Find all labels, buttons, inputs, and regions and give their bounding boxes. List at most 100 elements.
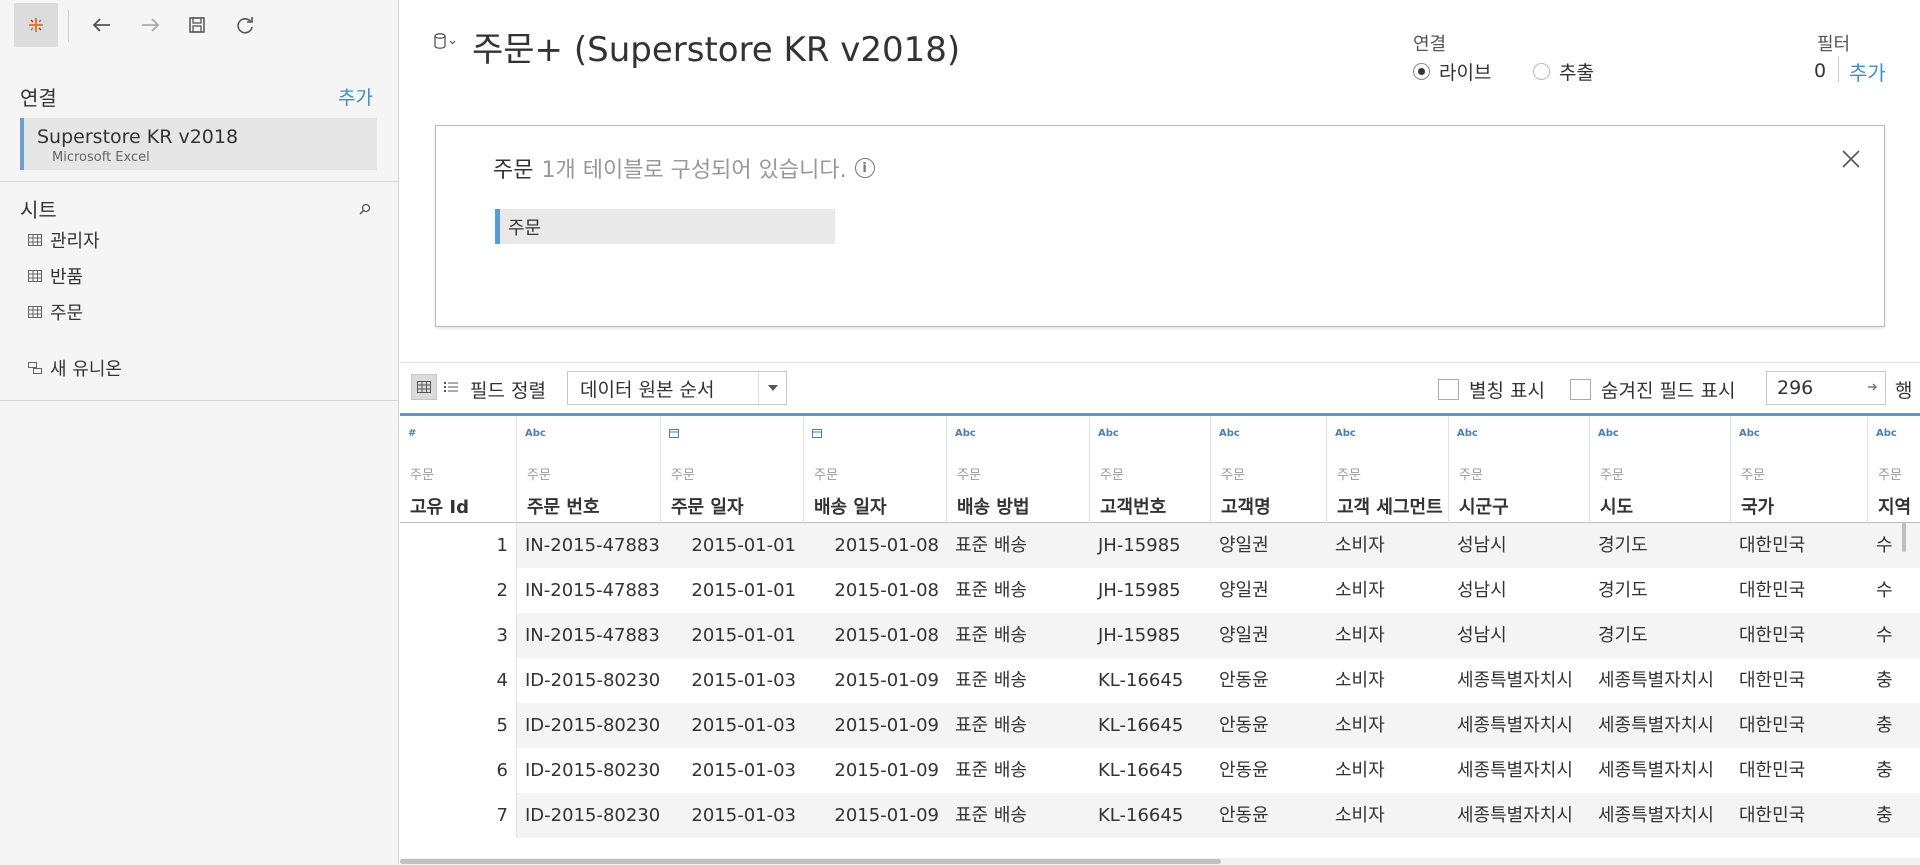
table-pill-orders[interactable]: 주문 — [495, 209, 835, 244]
string-type-icon[interactable]: Abc — [1219, 428, 1240, 439]
table-cell: 경기도 — [1598, 535, 1648, 556]
date-type-icon[interactable] — [812, 428, 822, 441]
table-cell: 세종특별자치시 — [1598, 760, 1714, 781]
info-icon[interactable]: i — [854, 158, 875, 178]
list-view-icon[interactable] — [438, 374, 464, 400]
column-name[interactable]: 고유 Id — [410, 493, 469, 519]
string-type-icon[interactable]: Abc — [525, 428, 546, 439]
column-header[interactable]: # 주문고유 Id — [400, 416, 517, 523]
column-header[interactable]: Abc 주문 배송 방법 — [947, 416, 1090, 523]
extract-radio[interactable]: 추출 — [1533, 58, 1594, 85]
column-header[interactable]: 주문주문 일자 — [661, 416, 804, 523]
canvas-title-table: 주문 — [493, 158, 534, 183]
column-header[interactable]: Abc 주문 국가 — [1731, 416, 1868, 523]
column-header[interactable]: Abc 주문주문 번호 — [517, 416, 661, 523]
table-row[interactable]: 6 ID-2015-80230 2015-01-03 2015-01-09 표준 배송 K… — [400, 748, 1920, 793]
column-header[interactable]: 주문 배송 일자 — [804, 416, 947, 523]
column-source-table: 주문 — [410, 468, 434, 483]
string-type-icon[interactable]: Abc — [1739, 428, 1760, 439]
show-hidden-fields-checkbox[interactable]: 숨겨진 필드 표시 — [1570, 376, 1735, 403]
close-icon[interactable] — [1840, 148, 1864, 172]
table-cell: 대한민국 — [1739, 625, 1806, 646]
column-header[interactable]: Abc 주문 고객명 — [1211, 416, 1327, 523]
column-name[interactable]: 지역 — [1878, 493, 1911, 519]
string-type-icon[interactable]: Abc — [1598, 428, 1619, 439]
horizontal-scrollbar[interactable] — [400, 859, 1221, 864]
column-name[interactable]: 주문 번호 — [527, 493, 600, 519]
string-type-icon[interactable]: Abc — [1098, 428, 1119, 439]
column-name[interactable]: 고객번호 — [1100, 493, 1166, 519]
extract-label: 추출 — [1559, 62, 1594, 84]
sheet-item-orders[interactable]: 주문 — [28, 299, 83, 325]
table-cell: 표준 배송 — [955, 670, 1027, 691]
table-cell: 세종특별자치시 — [1457, 805, 1573, 826]
table-row[interactable]: 4 ID-2015-80230 2015-01-03 2015-01-09 표준 배송 K… — [400, 658, 1920, 703]
column-header[interactable]: Abc 주문 고객 세그먼트 — [1327, 416, 1449, 523]
table-cell: JH-15985 — [1098, 625, 1181, 646]
table-cell: 충 — [1876, 670, 1893, 691]
back-arrow-icon[interactable] — [83, 6, 121, 44]
column-name[interactable]: 주문 일자 — [671, 493, 744, 519]
table-row[interactable]: 5 ID-2015-80230 2015-01-03 2015-01-09 표준 배송 K… — [400, 703, 1920, 748]
string-type-icon[interactable]: Abc — [1457, 428, 1478, 439]
datasource-icon[interactable] — [433, 32, 457, 56]
add-connection-link[interactable]: 추가 — [338, 83, 373, 110]
column-source-table: 주문 — [1600, 468, 1624, 483]
forward-arrow-icon[interactable] — [131, 6, 169, 44]
table-row[interactable]: 3 IN-2015-47883 2015-01-01 2015-01-08 표준 배송 J… — [400, 613, 1920, 658]
table-cell: JH-15985 — [1098, 580, 1181, 601]
table-cell: KL-16645 — [1098, 715, 1184, 736]
column-name[interactable]: 배송 일자 — [814, 493, 887, 519]
new-union-item[interactable]: 새 유니온 — [28, 355, 122, 381]
canvas-title: 주문 1개 테이블로 구성되어 있습니다. i — [493, 152, 875, 184]
tableau-logo-icon[interactable] — [14, 3, 58, 47]
save-icon[interactable] — [178, 6, 216, 44]
go-arrow-icon[interactable] — [1867, 381, 1879, 393]
column-source-table: 주문 — [527, 468, 551, 483]
rows-count-input[interactable]: 296 — [1766, 371, 1886, 405]
refresh-icon[interactable] — [226, 6, 264, 44]
string-type-icon[interactable]: Abc — [1876, 428, 1897, 439]
table-row[interactable]: 2 IN-2015-47883 2015-01-01 2015-01-08 표준 배송 J… — [400, 568, 1920, 613]
column-header[interactable]: Abc 주문시도 — [1590, 416, 1731, 523]
table-cell: 경기도 — [1598, 625, 1648, 646]
table-icon — [28, 234, 42, 246]
date-type-icon[interactable] — [669, 428, 679, 441]
show-aliases-checkbox[interactable]: 별칭 표시 — [1438, 376, 1545, 403]
sheet-item-returns[interactable]: 반품 — [28, 263, 83, 289]
table-icon — [28, 270, 42, 282]
column-name[interactable]: 배송 방법 — [957, 493, 1030, 519]
datasource-title[interactable]: 주문+ (Superstore KR v2018) — [472, 22, 960, 71]
table-row[interactable]: 7 ID-2015-80230 2015-01-03 2015-01-09 표준 배송 K… — [400, 793, 1920, 838]
table-cell: ID-2015-80230 — [525, 805, 661, 826]
live-radio[interactable]: 라이브 — [1413, 58, 1491, 85]
string-type-icon[interactable]: Abc — [955, 428, 976, 439]
table-cell: 세종특별자치시 — [1598, 805, 1714, 826]
column-header[interactable]: Abc 주문 시군구 — [1449, 416, 1590, 523]
column-name[interactable]: 국가 — [1741, 493, 1774, 519]
vertical-scrollbar[interactable] — [1902, 522, 1906, 552]
union-icon — [28, 362, 42, 374]
column-header[interactable]: Abc 주문 고객번호 — [1090, 416, 1211, 523]
checkbox-box — [1438, 379, 1459, 400]
column-name[interactable]: 고객명 — [1221, 493, 1271, 519]
column-name[interactable]: 시군구 — [1459, 493, 1509, 519]
sheet-item-managers[interactable]: 관리자 — [28, 227, 100, 253]
table-cell: 충 — [1876, 805, 1893, 826]
column-name[interactable]: 고객 세그먼트 — [1337, 493, 1443, 519]
column-header[interactable]: Abc 주문 지역 — [1868, 416, 1920, 523]
string-type-icon[interactable]: Abc — [1335, 428, 1356, 439]
table-row[interactable]: 1 IN-2015-47883 2015-01-01 2015-01-08 표준 배송 J… — [400, 523, 1920, 568]
sort-fields-select[interactable]: 데이터 원본 순서 — [567, 371, 787, 405]
number-type-icon[interactable]: # — [408, 428, 416, 439]
live-label: 라이브 — [1439, 62, 1492, 84]
table-cell: 소비자 — [1335, 715, 1385, 736]
search-icon[interactable] — [359, 200, 371, 219]
connection-item[interactable]: Superstore KR v2018 Microsoft Excel — [20, 118, 377, 170]
column-name[interactable]: 시도 — [1600, 493, 1633, 519]
column-source-table: 주문 — [671, 468, 695, 483]
toolbar-separator — [68, 10, 69, 42]
table-cell: 양일권 — [1219, 580, 1269, 601]
add-filter-link[interactable]: 추가 — [1849, 57, 1886, 86]
grid-view-icon[interactable] — [411, 374, 437, 400]
